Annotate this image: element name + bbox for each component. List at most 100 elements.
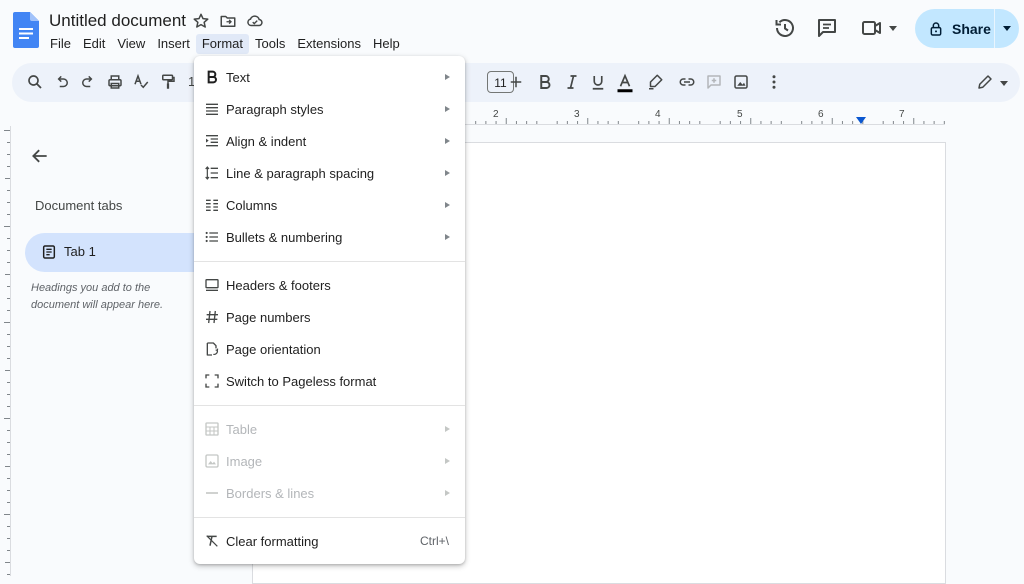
- right-indent-marker[interactable]: [856, 117, 866, 124]
- menu-item-label: Page orientation: [226, 342, 321, 357]
- menu-item-label: Line & paragraph spacing: [226, 166, 375, 181]
- menu-extensions[interactable]: Extensions: [291, 34, 367, 54]
- menu-tools[interactable]: Tools: [249, 34, 291, 54]
- underline-icon[interactable]: [589, 73, 607, 91]
- menu-item-page-orientation[interactable]: Page orientation: [194, 335, 465, 365]
- paint-format-icon[interactable]: [159, 73, 177, 91]
- menu-help[interactable]: Help: [367, 34, 406, 54]
- bulleted-list-icon: [204, 229, 220, 245]
- menu-item-label: Table: [226, 422, 258, 437]
- vertical-ruler[interactable]: [0, 130, 10, 576]
- more-options-icon[interactable]: [765, 73, 783, 91]
- menu-item-page-numbers[interactable]: Page numbers: [194, 303, 465, 333]
- document-tab-label: Tab 1: [64, 244, 96, 259]
- menu-item-table: Table: [194, 415, 465, 445]
- format-menu-dropdown: Text Paragraph styles Align & indent Lin…: [194, 56, 465, 564]
- clear-formatting-icon: [204, 533, 220, 549]
- meet-video-icon[interactable]: [860, 16, 884, 40]
- menu-item-label: Headers & footers: [226, 278, 331, 293]
- ruler-mark: 5: [737, 109, 743, 120]
- docs-logo[interactable]: [13, 12, 39, 48]
- meet-caret-icon[interactable]: [889, 26, 897, 31]
- submenu-arrow-icon: [445, 138, 450, 144]
- menu-item-columns[interactable]: Columns: [194, 191, 465, 221]
- menu-item-label: Paragraph styles: [226, 102, 324, 117]
- menu-edit[interactable]: Edit: [77, 34, 111, 54]
- submenu-arrow-icon: [445, 426, 450, 432]
- version-history-icon[interactable]: [773, 16, 797, 40]
- menu-item-borders-lines: Borders & lines: [194, 479, 465, 509]
- headings-hint-text: Headings you add to the document will ap…: [31, 282, 164, 311]
- shortcut-hint: Ctrl+\: [420, 534, 450, 548]
- menu-item-label: Bullets & numbering: [226, 230, 343, 245]
- menu-item-line-spacing[interactable]: Line & paragraph spacing: [194, 159, 465, 189]
- menu-insert[interactable]: Insert: [151, 34, 196, 54]
- insert-image-icon[interactable]: [732, 73, 750, 91]
- menu-item-switch-pageless[interactable]: Switch to Pageless format: [194, 367, 465, 397]
- vertical-ruler-ticks: [4, 130, 10, 575]
- highlight-color-icon[interactable]: [646, 73, 664, 91]
- menu-item-text[interactable]: Text: [194, 63, 465, 93]
- submenu-arrow-icon: [445, 74, 450, 80]
- menu-separator: [194, 517, 465, 518]
- ruler-ticks: [465, 118, 945, 125]
- ruler-mark: 7: [899, 109, 905, 120]
- share-divider: [994, 9, 995, 48]
- menu-item-align-indent[interactable]: Align & indent: [194, 127, 465, 157]
- document-title[interactable]: Untitled document: [49, 11, 186, 31]
- ruler-mark: 2: [493, 109, 499, 120]
- menu-item-label: Switch to Pageless format: [226, 374, 377, 389]
- share-options-caret-icon[interactable]: [1003, 26, 1011, 31]
- header-footer-icon: [204, 277, 220, 293]
- menu-item-label: Page numbers: [226, 310, 311, 325]
- editing-mode-caret-icon[interactable]: [1000, 81, 1008, 86]
- text-color-icon[interactable]: [616, 73, 634, 93]
- menu-separator: [194, 261, 465, 262]
- bold-icon[interactable]: [536, 73, 554, 91]
- menu-item-label: Align & indent: [226, 134, 307, 149]
- add-comment-icon[interactable]: [705, 73, 723, 91]
- star-icon[interactable]: [192, 12, 210, 30]
- submenu-arrow-icon: [445, 202, 450, 208]
- insert-link-icon[interactable]: [678, 73, 696, 91]
- print-icon[interactable]: [106, 73, 124, 91]
- menu-file[interactable]: File: [44, 34, 77, 54]
- undo-icon[interactable]: [53, 73, 71, 91]
- spelling-check-icon[interactable]: [132, 73, 150, 91]
- menu-item-headers-footers[interactable]: Headers & footers: [194, 271, 465, 301]
- lock-icon: [930, 21, 942, 36]
- move-folder-icon[interactable]: [219, 12, 237, 30]
- ruler-mark: 6: [818, 109, 824, 120]
- paragraph-styles-icon: [204, 101, 220, 117]
- table-icon: [204, 421, 220, 437]
- submenu-arrow-icon: [445, 234, 450, 240]
- menu-item-bullets-numbering[interactable]: Bullets & numbering: [194, 223, 465, 253]
- menu-format[interactable]: Format: [195, 34, 249, 54]
- menu-item-label: Image: [226, 454, 263, 469]
- comments-icon[interactable]: [815, 16, 839, 40]
- submenu-arrow-icon: [445, 170, 450, 176]
- share-button[interactable]: Share: [915, 9, 1019, 48]
- border-line-icon: [204, 485, 220, 501]
- canvas-divider: [10, 126, 11, 576]
- page-orientation-icon: [204, 341, 220, 357]
- menu-item-label: Borders & lines: [226, 486, 315, 501]
- submenu-arrow-icon: [445, 490, 450, 496]
- menu-item-label: Text: [226, 70, 250, 85]
- menu-item-paragraph-styles[interactable]: Paragraph styles: [194, 95, 465, 125]
- increase-font-size-icon[interactable]: [507, 73, 525, 91]
- menu-view[interactable]: View: [111, 34, 151, 54]
- menu-item-clear-formatting[interactable]: Clear formatting Ctrl+\: [194, 527, 465, 557]
- horizontal-ruler[interactable]: 2 3 4 5 6 7: [465, 105, 945, 125]
- align-indent-icon: [204, 133, 220, 149]
- menu-separator: [194, 405, 465, 406]
- document-tabs-heading: Document tabs: [35, 198, 123, 213]
- columns-icon: [204, 197, 220, 213]
- italic-icon[interactable]: [563, 73, 581, 91]
- back-arrow-icon[interactable]: [30, 146, 50, 166]
- redo-icon[interactable]: [79, 73, 97, 91]
- editing-mode-pencil-icon[interactable]: [976, 73, 994, 91]
- image-icon: [204, 453, 220, 469]
- search-menus-icon[interactable]: [26, 73, 44, 91]
- cloud-saved-icon[interactable]: [246, 12, 264, 30]
